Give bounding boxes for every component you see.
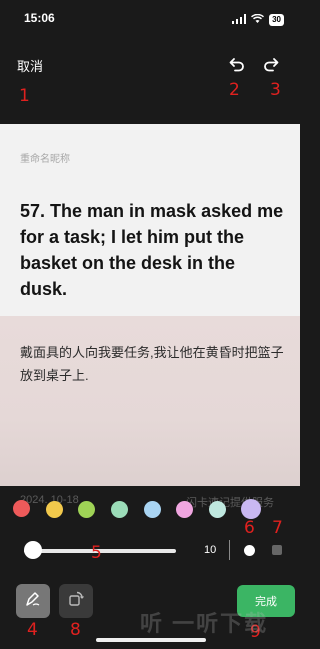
color-swatch-blue[interactable] <box>144 501 161 518</box>
color-swatch-mint[interactable] <box>111 501 128 518</box>
undo-icon[interactable] <box>228 55 246 73</box>
marker-7: 7 <box>272 518 283 538</box>
signal-icon <box>232 11 247 29</box>
round-brush-icon[interactable] <box>244 545 255 556</box>
home-indicator <box>96 638 206 642</box>
marker-2: 2 <box>229 80 240 100</box>
system-icons: 30 <box>232 11 284 29</box>
card-chinese-text: 戴面具的人向我要任务,我让他在黄昏时把篮子放到桌子上. <box>20 345 284 383</box>
marker-6: 6 <box>244 518 255 538</box>
color-swatch-pink[interactable] <box>176 501 193 518</box>
cancel-button[interactable]: 取消 <box>17 56 43 75</box>
status-time: 15:06 <box>24 11 55 25</box>
marker-5: 5 <box>91 543 102 563</box>
color-swatch-red[interactable] <box>13 500 30 517</box>
divider <box>229 540 230 560</box>
color-swatch-aqua[interactable] <box>209 501 226 518</box>
battery-icon: 30 <box>269 14 284 26</box>
brush-size-slider-thumb[interactable] <box>24 541 42 559</box>
pen-icon <box>24 590 42 613</box>
marker-3: 3 <box>270 80 281 100</box>
marker-4: 4 <box>27 620 38 640</box>
rotate-tool-button[interactable] <box>59 584 93 618</box>
redo-icon[interactable] <box>262 55 280 73</box>
wifi-icon <box>251 11 265 29</box>
color-swatch-lavender[interactable] <box>241 499 261 519</box>
brush-size-value: 10 <box>204 544 217 556</box>
watermark: 听 一听下载 <box>140 611 269 636</box>
marker-8: 8 <box>70 620 81 640</box>
color-swatch-yellow[interactable] <box>46 501 63 518</box>
marker-1: 1 <box>19 86 30 106</box>
rename-nickname-field[interactable]: 重命名昵称 <box>20 150 70 165</box>
card-english-text: 57. The man in mask asked me for a task;… <box>20 201 284 299</box>
pen-tool-button[interactable] <box>16 584 50 618</box>
rotate-icon <box>67 590 85 613</box>
square-brush-icon[interactable] <box>272 545 282 555</box>
color-swatch-green[interactable] <box>78 501 95 518</box>
